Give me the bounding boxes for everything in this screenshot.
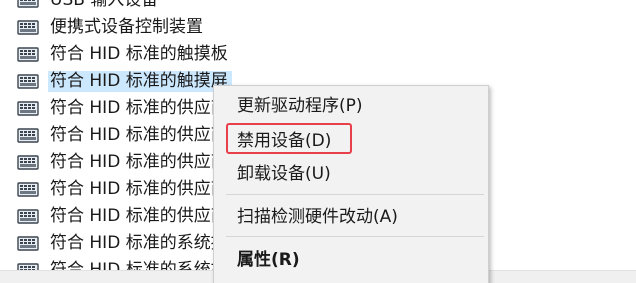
- keyboard-icon: [17, 101, 39, 116]
- menu-item-label: 更新驱动程序(P): [237, 96, 363, 116]
- keyboard-icon: [17, 155, 39, 170]
- tree-item-label: USB 输入设备: [50, 0, 159, 10]
- menu-item-scan-hardware[interactable]: 扫描检测硬件改动(A): [214, 202, 488, 232]
- tree-item-hid-touchpad[interactable]: 符合 HID 标准的触摸板: [0, 41, 636, 68]
- keyboard-icon: [17, 128, 39, 143]
- menu-item-label: 扫描检测硬件改动(A): [237, 207, 398, 227]
- tree-item-usb-input[interactable]: USB 输入设备: [0, 0, 636, 14]
- tree-item-label: 便携式设备控制装置: [50, 17, 203, 37]
- menu-item-update-driver[interactable]: 更新驱动程序(P): [214, 91, 488, 121]
- keyboard-icon: [17, 182, 39, 197]
- menu-item-properties[interactable]: 属性(R): [214, 245, 488, 275]
- context-menu: 更新驱动程序(P) 禁用设备(D) 卸载设备(U) 扫描检测硬件改动(A) 属性…: [213, 85, 489, 283]
- keyboard-icon: [17, 74, 39, 89]
- menu-item-label: 属性(R): [237, 250, 300, 270]
- keyboard-icon: [17, 236, 39, 251]
- menu-item-label: 卸载设备(U): [237, 164, 331, 184]
- keyboard-icon: [17, 0, 39, 8]
- device-manager-window: USB 输入设备 便携式设备控制装置 符合 HID 标准的触摸板 符合 HID …: [0, 0, 636, 283]
- keyboard-icon: [17, 20, 39, 35]
- tree-item-label: 符合 HID 标准的触摸屏: [48, 71, 232, 92]
- highlight-annotation-box: [226, 123, 352, 154]
- tree-item-label: 符合 HID 标准的触摸板: [50, 44, 228, 64]
- keyboard-icon: [17, 209, 39, 224]
- menu-separator: [226, 194, 484, 195]
- menu-separator: [226, 236, 484, 237]
- keyboard-icon: [17, 47, 39, 62]
- tree-item-portable-device-control[interactable]: 便携式设备控制装置: [0, 14, 636, 41]
- menu-item-uninstall-device[interactable]: 卸载设备(U): [214, 159, 488, 189]
